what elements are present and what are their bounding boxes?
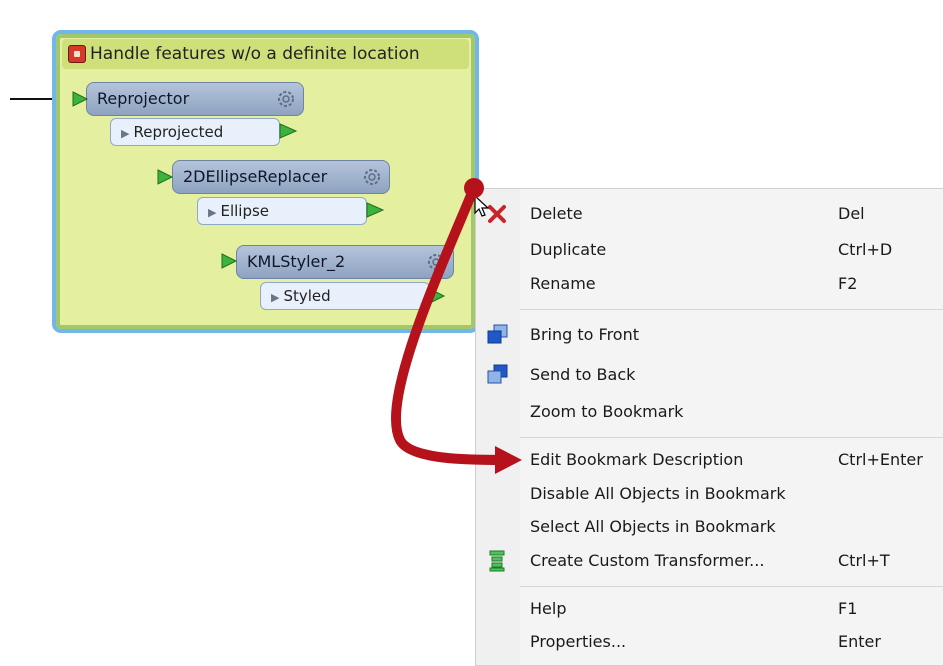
arrow-origin-dot — [464, 178, 484, 198]
annotation-arrow — [391, 178, 522, 474]
arrowhead-icon — [495, 446, 522, 474]
workspace-canvas[interactable]: Handle features w/o a definite location … — [0, 0, 943, 666]
